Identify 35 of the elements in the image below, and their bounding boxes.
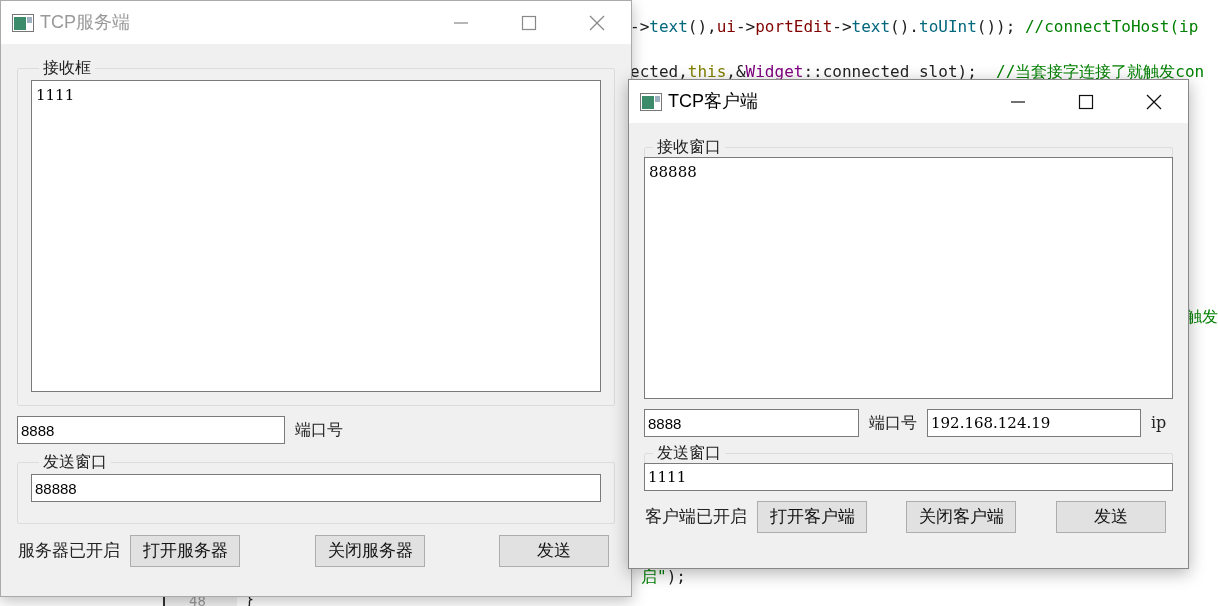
push-button[interactable]: 打开客户端	[757, 501, 867, 533]
input-field[interactable]: 8888	[17, 416, 285, 444]
minimize-icon	[1011, 100, 1025, 103]
field-label: 服务器已开启	[18, 540, 120, 563]
field-label: 端口号	[295, 420, 343, 440]
input-field[interactable]: 8888	[644, 409, 859, 437]
maximize-icon	[520, 13, 538, 32]
field-label: ip	[1151, 412, 1167, 434]
group-title: 接收框	[42, 58, 92, 78]
window-title: TCP服务端	[40, 11, 131, 34]
maximize-icon	[1077, 92, 1095, 111]
app-icon	[12, 13, 34, 32]
group-title: 接收窗口	[656, 137, 722, 157]
group-title: 发送窗口	[42, 452, 108, 472]
push-button[interactable]: 打开服务器	[130, 535, 240, 567]
group-title: 发送窗口	[656, 443, 722, 463]
app-icon	[640, 92, 662, 111]
code-line: ected,this,&Widget::connected_slot); //当套接字连接了就触发con	[630, 61, 1205, 83]
push-button[interactable]: 关闭服务器	[315, 535, 425, 567]
field-label: 端口号	[869, 413, 917, 433]
close-icon	[588, 13, 606, 32]
minimize-icon	[454, 21, 468, 24]
field-label: 客户端已开启	[645, 506, 747, 529]
window-title: TCP客户端	[668, 90, 759, 113]
code-line: 启");	[641, 566, 686, 588]
push-button[interactable]: 关闭客户端	[906, 501, 1016, 533]
text-area[interactable]: 88888	[644, 157, 1173, 399]
input-field[interactable]: 1111	[644, 463, 1173, 491]
push-button[interactable]: 发送	[1056, 501, 1166, 533]
input-field[interactable]: 192.168.124.19	[927, 409, 1141, 437]
close-icon	[1145, 92, 1163, 111]
code-line: ->text(),ui->portEdit->text().toUInt()); //connectToHost(ip	[630, 16, 1199, 38]
input-field[interactable]: 88888	[31, 474, 601, 502]
text-area[interactable]: 1111	[31, 80, 601, 392]
push-button[interactable]: 发送	[499, 535, 609, 567]
